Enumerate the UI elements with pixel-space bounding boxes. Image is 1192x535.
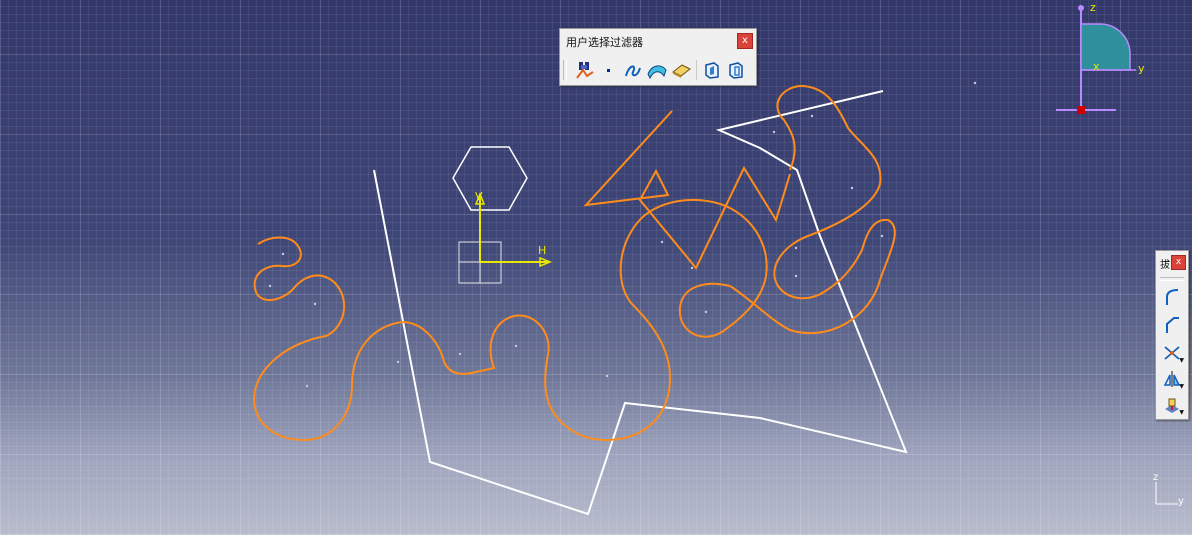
orange-spline-right[interactable]: [729, 84, 896, 335]
mirror-button[interactable]: ▼: [1159, 367, 1185, 391]
curve-filter-button[interactable]: [621, 59, 645, 81]
project-3d-elements-button[interactable]: ▼: [1159, 393, 1185, 417]
select-filter-button[interactable]: [573, 59, 597, 81]
corner-button[interactable]: [1159, 285, 1185, 309]
corner-icon: [1166, 289, 1179, 305]
v-axis-label: V: [475, 190, 483, 203]
feature-element-icon: [705, 62, 719, 79]
h-axis-label: H: [538, 244, 546, 257]
compass-y-label: y: [1138, 62, 1145, 75]
side-operation-toolbar[interactable]: 拔 x ▼ ▼ ▼: [1155, 250, 1189, 420]
chamfer-button[interactable]: [1159, 313, 1185, 337]
trim-button[interactable]: ▼: [1159, 341, 1185, 365]
volume-icon: [672, 64, 691, 78]
volume-filter-button[interactable]: [669, 59, 693, 81]
toolbar-grip[interactable]: [563, 60, 567, 80]
surface-icon: [647, 65, 667, 80]
geometry-element-filter-button[interactable]: [724, 59, 748, 81]
orange-zigzag[interactable]: [583, 110, 791, 270]
point-icon: [607, 69, 610, 72]
project-dropdown-arrow[interactable]: ▼: [1179, 409, 1184, 416]
compass-plane[interactable]: [1080, 23, 1131, 71]
mirror-dropdown-arrow[interactable]: ▼: [1179, 383, 1184, 390]
compass-z-handle[interactable]: [1078, 5, 1084, 11]
compass-widget[interactable]: z y x: [1052, 0, 1162, 120]
filter-toolbar-title: 用户选择过滤器: [566, 36, 643, 49]
trim-dropdown-arrow[interactable]: ▼: [1179, 357, 1184, 364]
orange-spline-left[interactable]: [252, 198, 768, 442]
filter-icon: [576, 62, 594, 79]
side-toolbar-title: 拔: [1160, 260, 1170, 271]
compass-z-label: z: [1090, 1, 1096, 14]
toolbar-separator: [696, 60, 697, 80]
side-toolbar-close-button[interactable]: x: [1171, 255, 1186, 270]
side-toolbar-grip[interactable]: [1160, 277, 1184, 281]
surface-filter-button[interactable]: [645, 59, 669, 81]
model-axis-indicator: z y: [1153, 472, 1184, 507]
curve-icon: [625, 65, 641, 77]
chamfer-icon: [1166, 317, 1179, 333]
white-profile-polyline[interactable]: [373, 90, 908, 516]
compass-base-handle[interactable]: [1077, 106, 1085, 114]
geometry-element-icon: [729, 62, 743, 79]
feature-element-filter-button[interactable]: [700, 59, 724, 81]
mini-axis-z-label: z: [1153, 472, 1158, 483]
filter-toolbar-close-button[interactable]: x: [737, 33, 753, 49]
user-selection-filter-toolbar[interactable]: 用户选择过滤器 x: [559, 28, 757, 86]
sketch-origin: H V: [458, 190, 553, 284]
hexagon-shape[interactable]: [452, 146, 528, 211]
3d-viewport[interactable]: H V z y x z y 用户选择过滤器 x 拔 x ▼ ▼ ▼: [0, 0, 1192, 535]
curve-center-points: [268, 81, 977, 388]
point-filter-button[interactable]: [597, 59, 621, 81]
compass-x-label: x: [1093, 60, 1100, 73]
mini-axis-y-label: y: [1178, 496, 1184, 507]
filter-toolbar-buttons: [563, 57, 748, 83]
